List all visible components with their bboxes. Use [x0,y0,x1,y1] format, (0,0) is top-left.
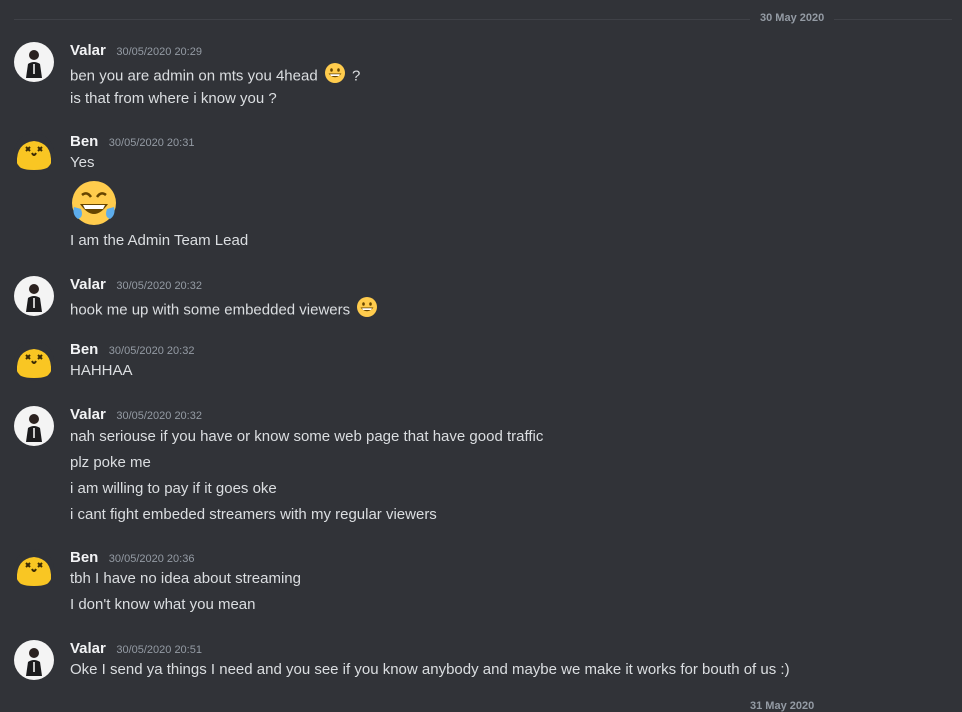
message-line: i am willing to pay if it goes oke [70,480,277,497]
timestamp[interactable]: 30/05/2020 20:29 [116,46,202,58]
message-line: plz poke me [70,454,151,471]
timestamp[interactable]: 30/05/2020 20:32 [116,410,202,422]
message-header: Valar 30/05/2020 20:32 [70,406,202,426]
avatar-valar[interactable] [14,42,54,82]
avatar-valar[interactable] [14,640,54,680]
message-header: Ben 30/05/2020 20:36 [70,549,194,569]
grinning-face-icon [324,62,346,91]
timestamp[interactable]: 30/05/2020 20:32 [109,345,195,357]
message-text: ben you are admin on mts you 4head [70,67,318,85]
message-line: i cant fight embeded streamers with my r… [70,506,437,523]
message-line: I don't know what you mean [70,596,256,613]
timestamp[interactable]: 30/05/2020 20:32 [116,280,202,292]
message-line: hook me up with some embedded viewers [70,296,380,318]
username[interactable]: Ben [70,133,98,150]
username[interactable]: Valar [70,276,106,293]
username[interactable]: Ben [70,549,98,566]
username[interactable]: Valar [70,42,106,59]
message-header: Valar 30/05/2020 20:51 [70,640,202,660]
avatar-valar[interactable] [14,276,54,316]
avatar-ben[interactable] [14,549,54,589]
message-line: Oke I send ya things I need and you see … [70,661,790,678]
message-header: Ben 30/05/2020 20:31 [70,133,194,153]
message-header: Ben 30/05/2020 20:32 [70,341,194,361]
message-line: tbh I have no idea about streaming [70,570,301,587]
grinning-face-icon [356,296,378,325]
message-line: I am the Admin Team Lead [70,232,249,249]
message-header: Valar 30/05/2020 20:32 [70,276,202,296]
message-text: hook me up with some embedded viewers [70,301,351,319]
date-divider-label: 31 May 2020 [750,700,815,712]
timestamp[interactable]: 30/05/2020 20:31 [109,137,195,149]
avatar-ben[interactable] [14,341,54,381]
message-line: ben you are admin on mts you 4head ? [70,62,360,84]
avatar-ben[interactable] [14,133,54,173]
message-text: ? [352,67,361,85]
message-line: is that from where i know you ? [70,90,277,107]
face-with-tears-of-joy-icon [70,179,118,232]
message-line: HAHHAA [70,362,133,379]
username[interactable]: Valar [70,640,106,657]
message-header: Valar 30/05/2020 20:29 [70,42,202,62]
message-line: nah seriouse if you have or know some we… [70,428,544,445]
timestamp[interactable]: 30/05/2020 20:51 [116,644,202,656]
date-divider-label: 30 May 2020 [750,12,835,24]
username[interactable]: Valar [70,406,106,423]
username[interactable]: Ben [70,341,98,358]
avatar-valar[interactable] [14,406,54,446]
message-line: Yes [70,154,95,171]
timestamp[interactable]: 30/05/2020 20:36 [109,553,195,565]
